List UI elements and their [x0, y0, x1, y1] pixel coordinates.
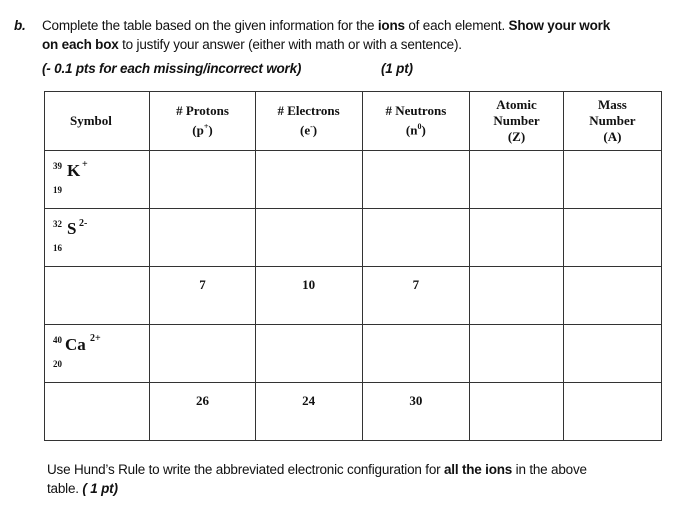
element-symbol: S: [67, 219, 77, 238]
table-header-row: Symbol # Protons (p+) # Electrons (e-) # N…: [43, 91, 663, 151]
header-symbol: Symbol: [43, 91, 151, 151]
table-row: 26 24 30: [43, 382, 663, 441]
atomic-number-cell[interactable]: [469, 266, 564, 325]
mass-number-cell[interactable]: [562, 208, 663, 267]
mass-number-label: 40: [53, 335, 62, 345]
table-row: 7 10 7: [43, 266, 663, 325]
symbol-cell[interactable]: [43, 266, 151, 325]
hund-points-label: ( 1 pt): [82, 481, 118, 496]
header-electrons-unit: (e: [300, 122, 311, 138]
nuclide-symbol-ca: 40 Ca 2+ 20: [45, 325, 149, 382]
electrons-cell[interactable]: 10: [254, 266, 363, 325]
symbol-cell: 40 Ca 2+ 20: [43, 324, 151, 383]
header-neutrons-label: # Neutrons: [385, 103, 447, 119]
element-symbol: Ca: [65, 335, 86, 354]
symbol-cell: 32 S 2- 16: [43, 208, 151, 267]
atomic-number-cell[interactable]: [469, 208, 564, 267]
header-protons: # Protons (p+): [149, 91, 256, 151]
neutrons-cell[interactable]: [361, 208, 471, 267]
header-mass-line-1: Mass: [597, 97, 627, 112]
protons-cell[interactable]: 26: [149, 382, 256, 441]
symbol-cell[interactable]: [43, 382, 151, 441]
electrons-cell[interactable]: 24: [254, 382, 363, 441]
header-electrons: # Electrons (e-): [254, 91, 363, 151]
atomic-number-label: 20: [53, 359, 62, 369]
mass-number-label: 39: [53, 161, 62, 171]
header-electrons-sup: -: [310, 122, 313, 132]
header-atomic-line-2: Number: [493, 113, 540, 128]
table-row: 40 Ca 2+ 20: [43, 324, 663, 383]
symbol-cell: 39 K + 19: [43, 150, 151, 209]
header-mass-line-3: (A): [603, 129, 622, 144]
points-label: (1 pt): [381, 61, 413, 76]
header-mass-number: Mass Number (A): [562, 91, 663, 151]
header-protons-unit: (p: [192, 122, 204, 138]
question-label: b.: [14, 18, 26, 33]
header-mass-line-2: Number: [589, 113, 636, 128]
mass-number-cell[interactable]: [562, 150, 663, 209]
electrons-cell[interactable]: [254, 208, 363, 267]
hund-text: in the above: [512, 462, 587, 477]
table-row: 32 S 2- 16: [43, 208, 663, 267]
atomic-number-label: 16: [53, 243, 62, 253]
neutrons-cell[interactable]: 30: [361, 382, 471, 441]
header-electrons-label: # Electrons: [277, 103, 340, 119]
atomic-number-label: 19: [53, 185, 62, 195]
neutrons-cell[interactable]: 7: [361, 266, 471, 325]
instructions-emphasis-each-box: on each box: [42, 37, 119, 52]
instructions-text: of each element.: [404, 18, 509, 33]
header-atomic-number: Atomic Number (Z): [469, 91, 564, 151]
instructions-line-2: on each box to justify your answer (eith…: [42, 37, 462, 52]
table-row: 39 K + 19: [43, 150, 663, 209]
neutrons-cell[interactable]: [361, 150, 471, 209]
header-atomic-line-3: (Z): [507, 129, 526, 144]
mass-number-cell[interactable]: [562, 324, 663, 383]
element-symbol: K: [67, 161, 81, 180]
hund-text: Use Hund’s Rule to write the abbreviated…: [47, 462, 444, 477]
ion-charge: 2+: [90, 333, 101, 344]
mass-number-label: 32: [53, 219, 62, 229]
mass-number-cell[interactable]: [562, 382, 663, 441]
protons-cell[interactable]: [149, 324, 256, 383]
atomic-number-cell[interactable]: [469, 382, 564, 441]
hund-text: table.: [47, 481, 83, 496]
mass-number-cell[interactable]: [562, 266, 663, 325]
header-neutrons: # Neutrons (n0): [361, 91, 471, 151]
electrons-cell[interactable]: [254, 324, 363, 383]
penalty-note: (- 0.1 pts for each missing/incorrect wo…: [42, 61, 302, 76]
instructions-text: Complete the table based on the given in…: [42, 18, 378, 33]
header-protons-sup: +: [203, 122, 209, 132]
protons-cell[interactable]: [149, 208, 256, 267]
instructions-line-1: Complete the table based on the given in…: [42, 18, 610, 33]
ion-table: Symbol # Protons (p+) # Electrons (e-) # N…: [43, 91, 663, 441]
ion-charge: 2-: [79, 218, 88, 229]
neutrons-cell[interactable]: [361, 324, 471, 383]
instructions-emphasis-show-work: Show your work: [508, 18, 611, 33]
header-neutrons-sup: 0: [417, 122, 422, 132]
instructions-text: to justify your answer (either with math…: [118, 37, 462, 52]
ion-charge: +: [82, 159, 88, 170]
protons-cell[interactable]: 7: [149, 266, 256, 325]
nuclide-symbol-s: 32 S 2- 16: [45, 209, 149, 266]
atomic-number-cell[interactable]: [469, 324, 564, 383]
hund-instructions-line-2: table. ( 1 pt): [47, 481, 118, 496]
atomic-number-cell[interactable]: [469, 150, 564, 209]
protons-cell[interactable]: [149, 150, 256, 209]
header-neutrons-unit: (n: [405, 122, 418, 138]
header-atomic-line-1: Atomic: [496, 97, 537, 112]
nuclide-symbol-k: 39 K + 19: [45, 151, 149, 208]
hund-instructions-line-1: Use Hund’s Rule to write the abbreviated…: [47, 462, 587, 477]
instructions-emphasis-ions: ions: [377, 18, 405, 33]
electrons-cell[interactable]: [254, 150, 363, 209]
hund-emphasis: all the ions: [443, 462, 513, 477]
header-protons-label: # Protons: [176, 103, 229, 119]
